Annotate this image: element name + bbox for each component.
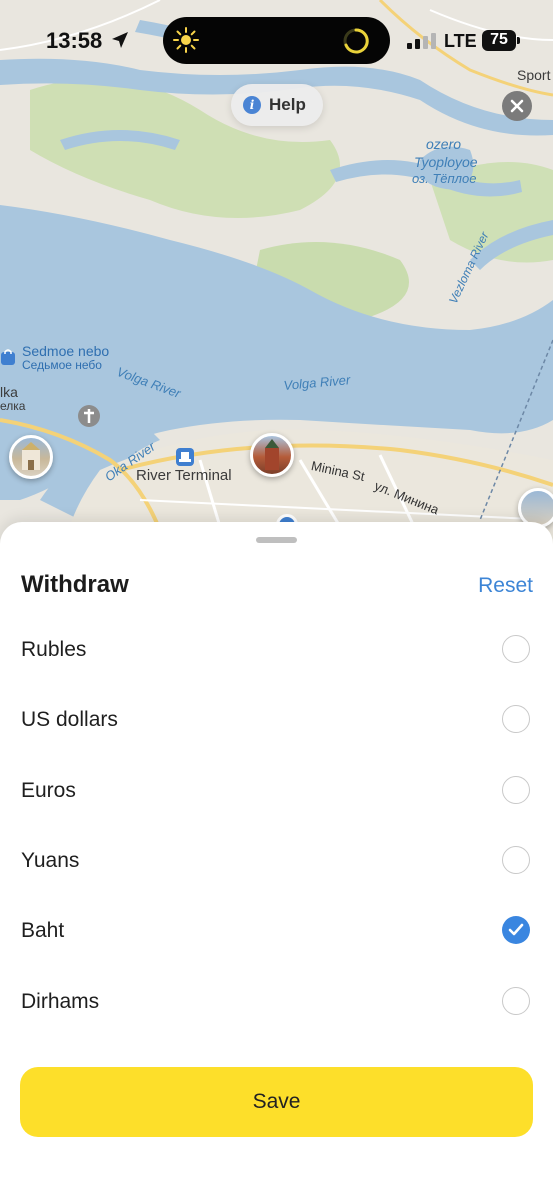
currency-option-row[interactable]: Yuans [0, 832, 553, 892]
dynamic-island [163, 17, 390, 64]
currency-option-label: Yuans [21, 848, 80, 872]
currency-option-label: Dirhams [21, 989, 100, 1013]
map-label-sedmoe-ru: Седьмое небо [22, 358, 102, 372]
status-time: 13:58 [46, 28, 103, 53]
map-label-river-terminal: River Terminal [136, 467, 232, 484]
radio-unchecked-icon[interactable] [502, 705, 530, 734]
map-label-sedmoe-en: Sedmoe nebo [22, 343, 110, 359]
network-type: LTE [444, 31, 477, 51]
sun-icon [173, 27, 199, 53]
currency-option-label: Euros [21, 778, 76, 802]
shopping-bag-icon[interactable] [0, 348, 16, 366]
help-label: Help [269, 95, 306, 114]
currency-option-label: US dollars [21, 708, 118, 732]
map-label-elka: елка [0, 399, 26, 413]
currency-option-row[interactable]: Euros [0, 762, 553, 822]
currency-option-label: Baht [21, 919, 65, 943]
radio-unchecked-icon[interactable] [502, 845, 530, 874]
sheet-title: Withdraw [21, 571, 129, 598]
map-label-sport: Sport [517, 67, 551, 83]
radio-unchecked-icon[interactable] [502, 775, 530, 804]
map-label-tyoployoe: Tyoployoe [414, 154, 478, 170]
reset-button[interactable]: Reset [478, 574, 533, 598]
map-view[interactable]: Sport ozero Tyoployoe оз. Тёплое Vezloma… [0, 0, 553, 560]
landmark-marker-cathedral[interactable] [9, 435, 53, 479]
currency-option-row[interactable]: US dollars [0, 691, 553, 751]
info-icon: i [243, 96, 261, 114]
sheet-grabber[interactable] [256, 537, 297, 543]
currency-option-row[interactable]: Baht [0, 902, 553, 962]
currency-option-row[interactable]: Rubles [0, 621, 553, 681]
radio-unchecked-icon[interactable] [502, 635, 530, 663]
ferry-terminal-icon[interactable] [176, 448, 194, 466]
close-map-button[interactable] [502, 91, 532, 121]
landmark-marker-kremlin-tower[interactable] [250, 433, 294, 477]
church-icon[interactable] [77, 404, 101, 428]
currency-option-label: Rubles [21, 638, 87, 661]
withdraw-filter-sheet: Withdraw Reset Rubles US dollars Euros Yuan… [0, 522, 553, 1200]
radio-checked-icon[interactable] [502, 916, 530, 945]
cellular-signal-icon [407, 33, 436, 49]
map-label-ozero-ru: оз. Тёплое [412, 171, 477, 186]
close-icon [510, 99, 524, 113]
battery-icon: 75 [482, 30, 522, 52]
currency-option-row[interactable]: Dirhams [0, 973, 553, 1033]
save-button[interactable]: Save [20, 1067, 533, 1137]
battery-percentage: 75 [490, 31, 508, 48]
map-label-ozero: ozero [426, 136, 462, 152]
help-button[interactable]: i Help [231, 84, 323, 126]
activity-ring-icon [343, 28, 369, 54]
radio-unchecked-icon[interactable] [502, 986, 530, 1015]
map-label-lka: lka [0, 384, 18, 400]
location-arrow-icon [112, 32, 128, 48]
